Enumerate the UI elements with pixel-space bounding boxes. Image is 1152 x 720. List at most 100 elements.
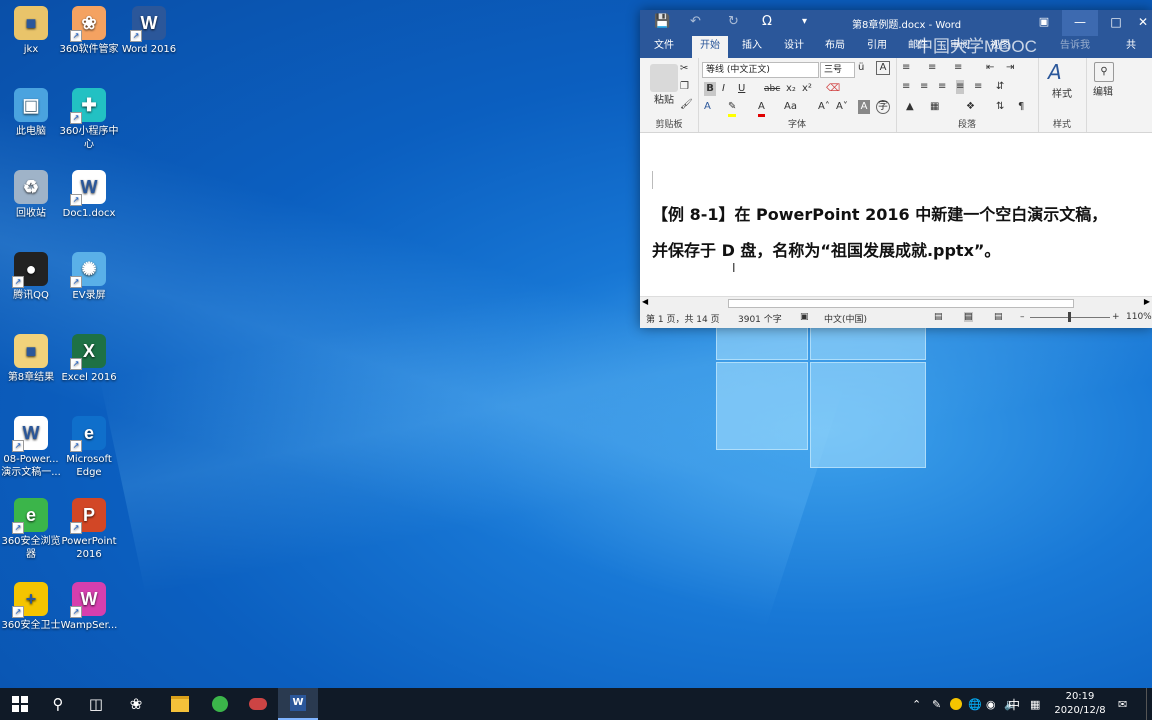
copy-icon[interactable]: ❐ xyxy=(680,80,689,94)
show-hidden-icons[interactable]: ⌃ xyxy=(912,688,921,720)
desktop-icon-ev-recorder[interactable]: ✺ ↗ EV录屏 xyxy=(58,252,120,302)
zoom-out-button[interactable]: – xyxy=(1020,312,1025,322)
web-layout-icon[interactable]: ▤ xyxy=(994,312,1003,322)
ime-indicator[interactable]: 中 xyxy=(1008,688,1020,720)
character-shading-icon[interactable]: A xyxy=(858,100,870,114)
align-left-icon[interactable]: ≡ xyxy=(902,80,910,94)
align-center-icon[interactable]: ≡ xyxy=(920,80,928,94)
increase-indent-icon[interactable]: ⇥ xyxy=(1006,61,1014,75)
document-line-1[interactable]: 【例 8-1】在 PowerPoint 2016 中新建一个空白演示文稿， xyxy=(652,201,1107,225)
desktop-icon-excel[interactable]: X ↗ Excel 2016 xyxy=(58,334,120,384)
bold-button[interactable]: B xyxy=(704,82,716,96)
italic-button[interactable]: I xyxy=(722,82,725,96)
share-button[interactable]: 共享 xyxy=(1118,36,1152,71)
title-bar[interactable]: 💾 ↶ ↻ Ω ▾ 第8章例题.docx - Word ▣ — □ ✕ xyxy=(640,10,1152,36)
change-case-icon[interactable]: ü xyxy=(858,61,864,75)
subscript-button[interactable]: x₂ xyxy=(786,82,796,96)
editing-button[interactable]: 编辑 xyxy=(1090,86,1116,100)
customize-quick-access-icon[interactable]: ▾ xyxy=(802,14,807,30)
document-line-2[interactable]: 并保存于 D 盘，名称为“祖国发展成就.pptx”。 xyxy=(652,237,1000,261)
show-desktop-button[interactable] xyxy=(1146,688,1152,720)
desktop-icon-word[interactable]: W ↗ Word 2016 xyxy=(118,6,180,56)
desktop-icon-recycle-bin[interactable]: ♻ 回收站 xyxy=(0,170,62,220)
360-browser-taskbar-icon[interactable] xyxy=(200,688,240,720)
recorder-taskbar-icon[interactable] xyxy=(238,688,278,720)
styles-button[interactable]: 样式 xyxy=(1044,88,1080,102)
desktop-icon-360-miniapp-center[interactable]: ✚ ↗ 360小程序中心 xyxy=(58,88,120,151)
desktop-icon-wampserver[interactable]: W ↗ WampSer... xyxy=(58,582,120,632)
tab-references[interactable]: 引用 xyxy=(859,36,895,58)
character-border-icon[interactable]: A xyxy=(876,61,890,75)
borders-icon[interactable]: ▦ xyxy=(930,100,939,114)
underline-button[interactable]: U xyxy=(738,82,745,96)
chinese-layout-icon[interactable]: ❖ xyxy=(966,100,975,114)
page-count[interactable]: 第 1 页，共 14 页 xyxy=(646,312,720,325)
font-size-select[interactable]: 三号 xyxy=(820,62,855,78)
language-indicator[interactable]: 中文(中国) xyxy=(824,312,867,325)
360-tray-icon[interactable] xyxy=(950,688,962,720)
line-spacing-icon[interactable]: ⇵ xyxy=(996,80,1004,94)
symbol-omega-icon[interactable]: Ω xyxy=(762,14,772,30)
ime-mode-icon[interactable]: ▦ xyxy=(1030,688,1040,720)
file-explorer-icon[interactable] xyxy=(160,688,200,720)
distributed-icon[interactable]: ≡ xyxy=(974,80,982,94)
scroll-right-icon[interactable]: ▶ xyxy=(1144,297,1150,306)
numbering-icon[interactable]: ≡ xyxy=(928,61,936,75)
desktop-icon-360-browser[interactable]: e ↗ 360安全浏览器 xyxy=(0,498,62,561)
search-icon[interactable]: ⚲ xyxy=(38,688,78,720)
pinwheel-app-icon[interactable]: ❀ xyxy=(116,688,156,720)
minimize-button[interactable]: — xyxy=(1062,10,1098,36)
desktop-icon-edge[interactable]: e ↗ Microsoft Edge xyxy=(58,416,120,479)
start-button[interactable] xyxy=(0,688,40,720)
shrink-font-icon[interactable]: A˅ xyxy=(836,100,848,114)
paste-button[interactable]: 粘贴 xyxy=(646,94,682,108)
zoom-level[interactable]: 110% xyxy=(1126,312,1152,322)
bullets-icon[interactable]: ≡ xyxy=(902,61,910,75)
desktop-icon-folder[interactable]: ■ 第8章结果 xyxy=(0,334,62,384)
pen-icon[interactable]: ✎ xyxy=(932,688,941,720)
font-color-icon[interactable]: A xyxy=(758,100,765,117)
multilevel-list-icon[interactable]: ≡ xyxy=(954,61,962,75)
desktop-icon-360-security[interactable]: + ↗ 360安全卫士 xyxy=(0,582,62,632)
find-icon[interactable]: ⚲ xyxy=(1094,62,1114,82)
desktop-icon-qq[interactable]: ● ↗ 腾讯QQ xyxy=(0,252,62,302)
styles-icon[interactable]: A xyxy=(1048,60,1062,84)
tab-insert[interactable]: 插入 xyxy=(734,36,770,58)
word-taskbar-icon[interactable]: W xyxy=(278,688,318,720)
document-page[interactable]: 【例 8-1】在 PowerPoint 2016 中新建一个空白演示文稿， 并保… xyxy=(640,133,1152,295)
word-window[interactable]: 💾 ↶ ↻ Ω ▾ 第8章例题.docx - Word ▣ — □ ✕ 文件 开… xyxy=(640,10,1152,328)
zoom-slider-thumb[interactable] xyxy=(1068,312,1071,322)
scroll-thumb[interactable] xyxy=(728,299,1074,308)
cut-icon[interactable]: ✂ xyxy=(680,62,688,76)
clear-formatting-icon[interactable]: ⌫ xyxy=(826,82,840,96)
print-layout-icon[interactable]: ▤ xyxy=(964,312,973,322)
format-painter-icon[interactable]: 🖌 xyxy=(680,98,693,112)
highlight-color-icon[interactable]: ✎ xyxy=(728,100,737,117)
zoom-in-button[interactable]: + xyxy=(1112,312,1120,322)
desktop-icon-docx-file[interactable]: W ↗ Doc1.docx xyxy=(58,170,120,220)
system-clock[interactable]: 20:19 2020/12/8 xyxy=(1054,690,1106,718)
tab-home[interactable]: 开始 xyxy=(692,36,728,58)
notification-center-icon[interactable]: ✉ xyxy=(1118,688,1127,720)
change-case-dropdown-icon[interactable]: Aa xyxy=(784,100,797,114)
text-effects-icon[interactable]: A xyxy=(704,100,711,114)
desktop-icon-this-pc[interactable]: ▣ 此电脑 xyxy=(0,88,62,138)
tell-me-search[interactable]: 告诉我 xyxy=(1052,36,1098,58)
paste-icon[interactable] xyxy=(650,64,678,92)
sort-icon[interactable]: ⇅ xyxy=(996,100,1004,114)
grow-font-icon[interactable]: A˄ xyxy=(818,100,830,114)
decrease-indent-icon[interactable]: ⇤ xyxy=(986,61,994,75)
task-view-icon[interactable]: ◫ xyxy=(76,688,116,720)
align-right-icon[interactable]: ≡ xyxy=(938,80,946,94)
shading-icon[interactable]: ▲ xyxy=(906,100,914,114)
undo-icon[interactable]: ↶ xyxy=(690,14,701,30)
word-count[interactable]: 3901 个字 xyxy=(738,312,782,325)
desktop-icon-user-folder[interactable]: ■ jkx xyxy=(0,6,62,56)
read-mode-icon[interactable]: ▤ xyxy=(934,312,943,322)
wifi-icon[interactable]: ◉ xyxy=(986,688,996,720)
tab-file[interactable]: 文件 xyxy=(646,36,682,58)
tab-layout[interactable]: 布局 xyxy=(817,36,853,58)
scroll-left-icon[interactable]: ◀ xyxy=(642,297,648,306)
language-globe-icon[interactable]: 🌐 xyxy=(968,688,982,720)
tab-design[interactable]: 设计 xyxy=(776,36,812,58)
